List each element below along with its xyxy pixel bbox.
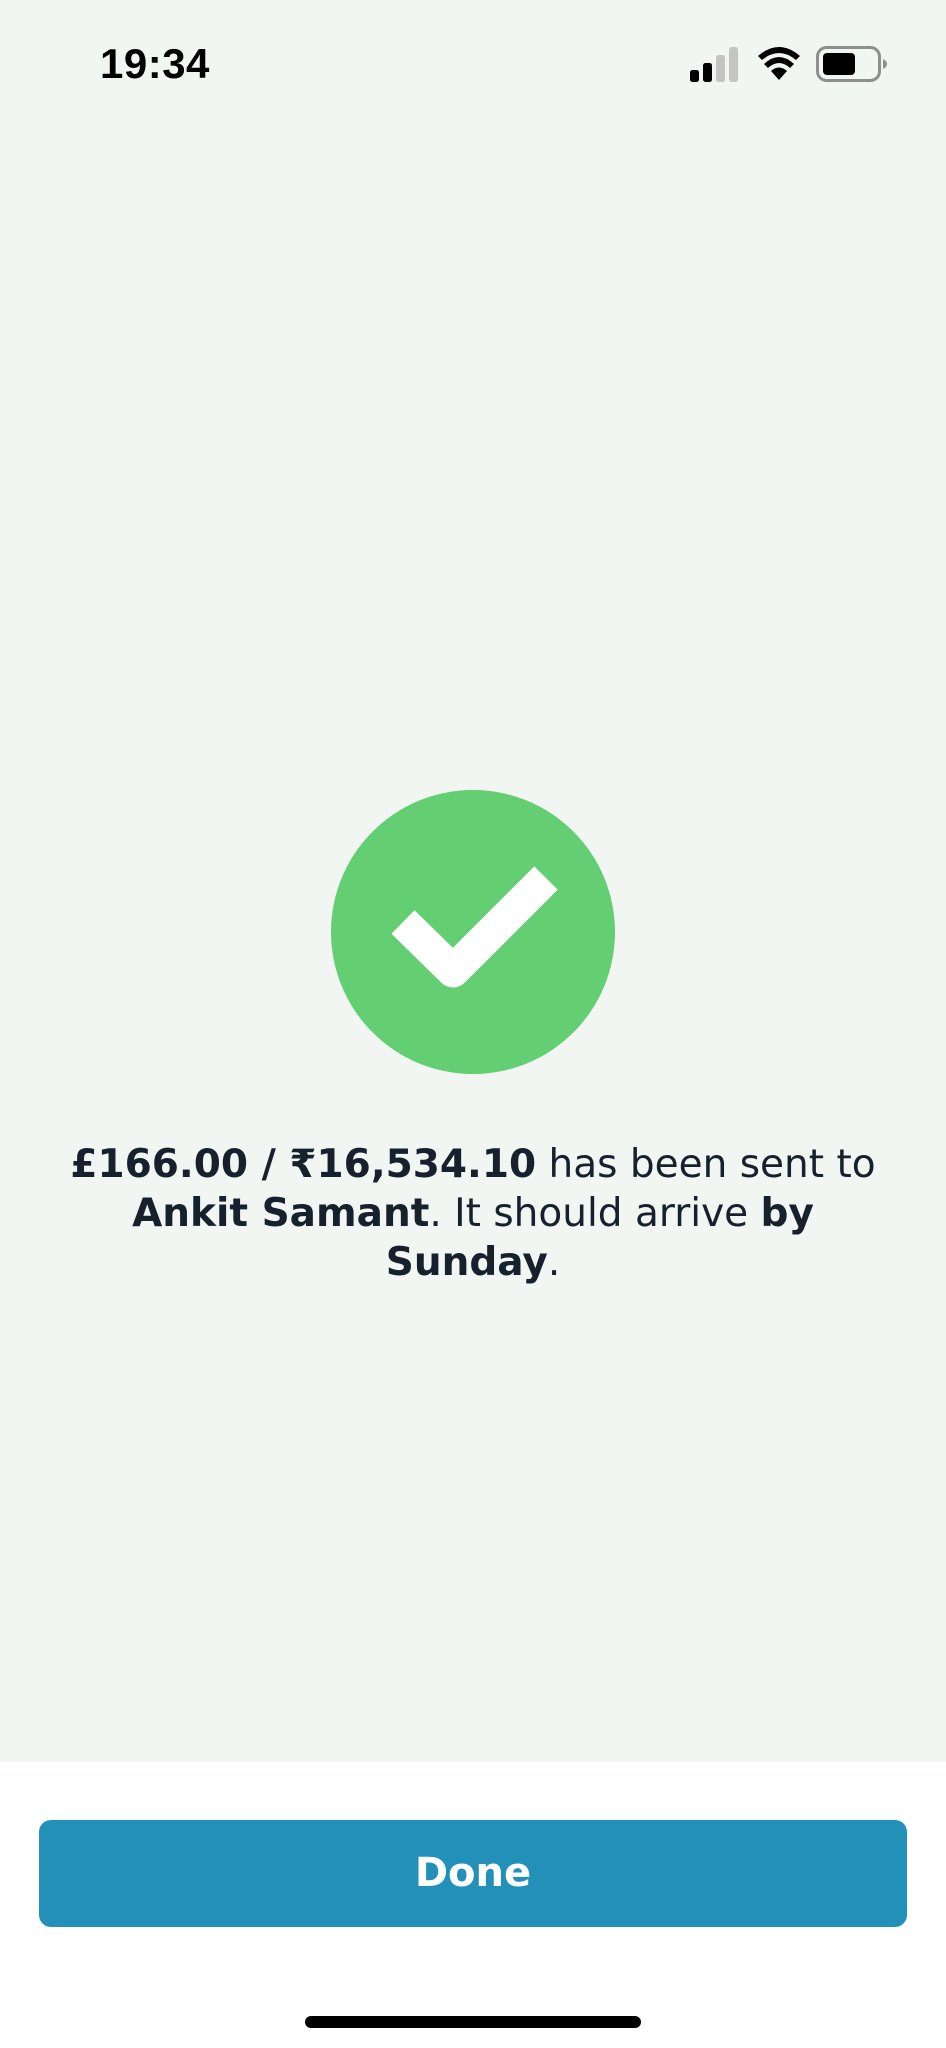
sent-to-text: has been sent to [536, 1142, 876, 1187]
battery-icon [816, 44, 888, 84]
recipient-name: Ankit Samant [132, 1191, 430, 1236]
wifi-icon [756, 44, 802, 84]
end-punctuation: . [547, 1240, 561, 1285]
checkmark-icon [391, 866, 558, 988]
home-indicator [305, 2016, 641, 2028]
signal-icon [688, 44, 740, 84]
success-check-circle [331, 790, 615, 1074]
status-time: 19:34 [100, 40, 210, 87]
transfer-amount: £166.00 / ₹16,534.10 [70, 1142, 537, 1187]
done-button[interactable]: Done [39, 1820, 907, 1927]
status-icons [688, 44, 888, 84]
confirmation-message: £166.00 / ₹16,534.10 has been sent to An… [60, 1140, 886, 1287]
arrival-text: . It should arrive [429, 1191, 761, 1236]
